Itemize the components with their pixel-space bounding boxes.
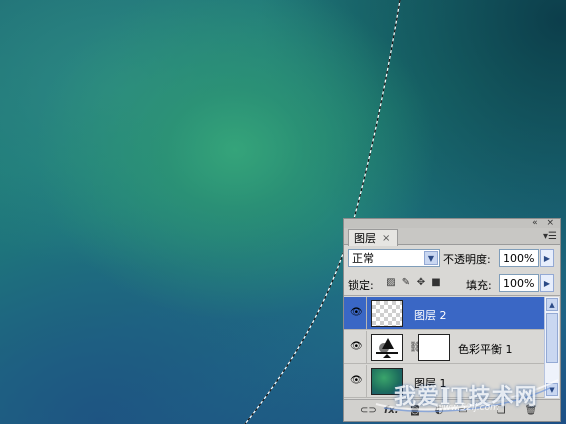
lock-paint-icon[interactable]: ✎ [400,277,412,289]
fill-input[interactable]: 100% [499,274,539,292]
eye-icon[interactable]: 👁 [350,341,363,353]
panel-titlebar[interactable]: « × [344,219,560,228]
opacity-input[interactable]: 100% [499,249,539,267]
fill-label: 填充: [466,279,492,292]
scrollbar-thumb[interactable] [546,313,558,363]
lock-fill-row: 锁定: ▨ ✎ ✥ ■ 填充: 100% ▶ [348,274,558,292]
eye-icon[interactable]: 👁 [350,307,363,319]
watermark-url: www.52ij.com [436,403,499,413]
lock-all-icon[interactable]: ■ [430,277,442,289]
tab-label: 图层 [354,232,376,245]
panel-tab-row: 图层 × ▾☰ [344,228,560,246]
adjustment-thumbnail [371,334,403,361]
tab-close-icon[interactable]: × [382,233,390,244]
blend-opacity-row: 正常 ▼ 不透明度: 100% ▶ [348,249,558,267]
divider [366,365,367,398]
divider [366,331,367,364]
fill-slider-arrow-icon[interactable]: ▶ [540,274,554,292]
opacity-slider-arrow-icon[interactable]: ▶ [540,249,554,267]
opacity-value: 100% [503,251,535,265]
chevron-down-icon[interactable]: ▼ [424,251,438,265]
panel-window-buttons[interactable]: « × [532,219,557,228]
lock-label: 锁定: [348,279,374,292]
opacity-label: 不透明度: [443,253,491,266]
tab-layers[interactable]: 图层 × [348,229,398,246]
blend-mode-value: 正常 [352,252,374,265]
layer-mask-thumbnail[interactable] [418,334,450,361]
scroll-up-icon[interactable]: ▲ [546,298,558,311]
layer-name[interactable]: 图层 2 [414,307,447,323]
layer-row-color-balance[interactable]: 👁 ⛓ 色彩平衡 1 [344,331,544,364]
blend-mode-select[interactable]: 正常 ▼ [348,249,440,267]
fill-value: 100% [503,276,535,290]
divider [344,295,560,296]
divider [366,297,367,330]
layer-name[interactable]: 色彩平衡 1 [458,341,513,357]
lock-move-icon[interactable]: ✥ [415,277,427,289]
layer-thumbnail [371,300,403,327]
watermark: 我爱IT技术网 www.52ij.com [372,374,564,414]
balance-icon [376,338,398,358]
lock-transparency-icon[interactable]: ▨ [385,277,397,289]
panel-menu-icon[interactable]: ▾☰ [543,231,557,242]
layer-row-layer-2[interactable]: 👁 图层 2 [344,297,544,330]
eye-icon[interactable]: 👁 [350,375,363,387]
